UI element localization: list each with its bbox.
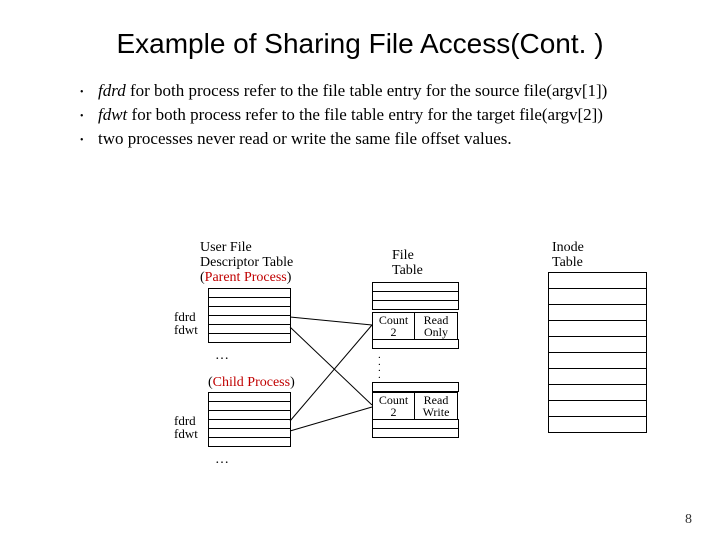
file-table-label-2: Table <box>392 263 423 278</box>
bullet-item: • fdwt for both process refer to the fil… <box>80 104 650 126</box>
inode-label-1: Inode <box>552 240 584 255</box>
file-table-bottom <box>372 419 459 438</box>
ufdt-label-3: (Parent Process) <box>200 270 291 285</box>
bullet-list: • fdrd for both process refer to the fil… <box>80 80 650 150</box>
ellipsis: … <box>215 452 231 468</box>
parent-fdwt-label: fdwt <box>174 323 198 337</box>
file-entry-readonly: Count 2 Read Only <box>372 312 458 340</box>
file-table-label-1: File <box>392 248 414 263</box>
child-ufdt-table <box>208 392 291 447</box>
bullet-item: • fdrd for both process refer to the fil… <box>80 80 650 102</box>
bullet-text: for both process refer to the file table… <box>126 81 608 100</box>
bullet-text: two processes never read or write the sa… <box>98 129 512 148</box>
diagram: User File Descriptor Table (Parent Proce… <box>0 240 720 510</box>
file-entry-readwrite: Count 2 Read Write <box>372 392 458 420</box>
file-table-mid2 <box>372 382 459 392</box>
inode-table <box>548 272 647 433</box>
child-fdwt-label: fdwt <box>174 427 198 441</box>
ufdt-label-2: Descriptor Table <box>200 255 293 270</box>
file-table-top <box>372 282 459 310</box>
term-fdrd: fdrd <box>98 81 126 100</box>
inode-label-2: Table <box>552 255 583 270</box>
page-number: 8 <box>685 512 692 528</box>
page-title: Example of Sharing File Access(Cont. ) <box>0 0 720 60</box>
child-process-label: (Child Process) <box>208 375 295 390</box>
parent-ufdt-table <box>208 288 291 343</box>
bullet-text: for both process refer to the file table… <box>127 105 603 124</box>
ellipsis: … <box>215 348 231 364</box>
file-table-mid <box>372 339 459 349</box>
term-fdwt: fdwt <box>98 105 127 124</box>
vertical-dots: .... <box>378 352 381 378</box>
ufdt-label-1: User File <box>200 240 252 255</box>
bullet-item: • two processes never read or write the … <box>80 128 650 150</box>
